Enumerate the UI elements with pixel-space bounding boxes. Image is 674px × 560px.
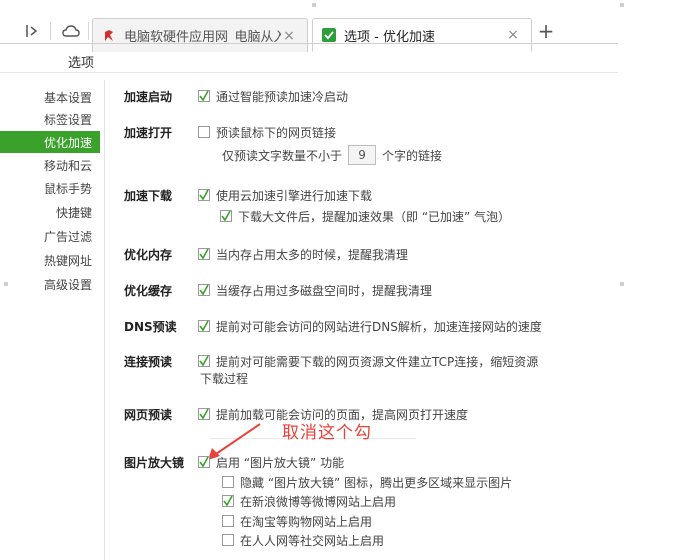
site-favicon-icon <box>101 28 117 44</box>
sidebar-item-shortcuts[interactable]: 快捷键 <box>0 201 100 223</box>
sidebar-item-basic[interactable]: 基本设置 <box>0 86 100 108</box>
label-cache: 优化缓存 <box>124 284 173 298</box>
label-connect: 连接预读 <box>124 355 173 369</box>
header-divider <box>0 72 618 73</box>
option-enable-shopping[interactable]: 在淘宝等购物网站上启用 <box>222 513 372 530</box>
option-enable-social[interactable]: 在人人网等社交网站上启用 <box>222 532 384 549</box>
settings-favicon-icon <box>321 27 337 43</box>
label-download: 加速下载 <box>124 189 173 203</box>
checkbox-checked-icon[interactable] <box>198 408 210 420</box>
option-min-chars: 仅预读文字数量不小于 9 个字的链接 <box>222 145 442 165</box>
sidebar-item-hotkey-urls[interactable]: 热键网址 <box>0 249 100 271</box>
checkbox-checked-icon[interactable] <box>198 456 210 468</box>
checkbox-unchecked-icon[interactable] <box>222 515 234 527</box>
checkbox-checked-icon[interactable] <box>222 495 234 507</box>
sidebar-item-mobile-cloud[interactable]: 移动和云 <box>0 154 100 176</box>
page-title: 选项 <box>68 56 95 71</box>
option-memory-reminder[interactable]: 当内存占用太多的时候，提醒我清理 <box>198 246 408 263</box>
checkbox-checked-icon[interactable] <box>198 355 210 367</box>
option-startup[interactable]: 通过智能预读加速冷启动 <box>198 88 348 105</box>
option-prefetch-links[interactable]: 预读鼠标下的网页链接 <box>198 124 336 141</box>
option-dns-prefetch[interactable]: 提前对可能会访问的网站进行DNS解析，加速连接网站的速度 <box>198 318 542 335</box>
tab-close-button[interactable]: × <box>281 28 297 44</box>
option-cloud-download[interactable]: 使用云加速引擎进行加速下载 <box>198 187 372 204</box>
checkbox-checked-icon[interactable] <box>220 210 232 222</box>
cloud-icon[interactable] <box>60 22 82 40</box>
option-tcp-preconnect[interactable]: 提前对可能需要下载的网页资源文件建立TCP连接，缩短资源 <box>198 353 538 370</box>
label-magnifier: 图片放大镜 <box>124 456 185 470</box>
sidebar-item-ad-filter[interactable]: 广告过滤 <box>0 225 100 247</box>
checkbox-checked-icon[interactable] <box>198 284 210 296</box>
option-hide-magnifier-icon[interactable]: 隐藏 “图片放大镜” 图标，腾出更多区域来显示图片 <box>222 474 512 491</box>
checkbox-checked-icon[interactable] <box>198 248 210 260</box>
sidebar-toggle-icon[interactable] <box>22 22 44 40</box>
window-edge-mark <box>620 3 624 7</box>
window-edge-mark <box>312 3 316 7</box>
sidebar-item-tabs[interactable]: 标签设置 <box>0 108 100 130</box>
settings-sidebar: 基本设置 标签设置 优化加速 移动和云 鼠标手势 快捷键 广告过滤 热键网址 高… <box>0 80 104 560</box>
tab-active[interactable]: 选项 - 优化加速 × <box>312 18 532 52</box>
checkbox-unchecked-icon[interactable] <box>198 126 210 138</box>
sidebar-item-mouse-gestures[interactable]: 鼠标手势 <box>0 177 100 199</box>
sidebar-item-optimize[interactable]: 优化加速 <box>0 131 100 153</box>
checkbox-checked-icon[interactable] <box>198 189 210 201</box>
option-image-magnifier[interactable]: 启用 “图片放大镜” 功能 <box>198 454 344 471</box>
checkbox-checked-icon[interactable] <box>198 90 210 102</box>
option-enable-weibo[interactable]: 在新浪微博等微博网站上启用 <box>222 493 396 510</box>
checkbox-unchecked-icon[interactable] <box>222 476 234 488</box>
min-chars-input[interactable]: 9 <box>348 145 377 165</box>
option-download-reminder[interactable]: 下载大文件后，提醒加速效果（即 “已加速” 气泡） <box>220 208 510 225</box>
checkbox-unchecked-icon[interactable] <box>222 534 234 546</box>
tab-title: 选项 - 优化加速 <box>344 29 435 45</box>
label-memory: 优化内存 <box>124 248 173 262</box>
toolbar-divider <box>50 22 51 40</box>
label-open: 加速打开 <box>124 126 173 140</box>
label-startup: 加速启动 <box>124 90 173 104</box>
window-edge-mark <box>620 282 624 286</box>
option-tcp-preconnect-cont: 下载过程 <box>200 372 249 386</box>
annotation-text: 取消这个勾 <box>282 423 372 443</box>
sidebar-divider <box>104 80 105 560</box>
new-tab-button[interactable]: + <box>536 21 556 41</box>
sidebar-item-advanced[interactable]: 高级设置 <box>0 273 100 295</box>
label-webpage: 网页预读 <box>124 408 173 422</box>
option-cache-reminder[interactable]: 当缓存占用过多磁盘空间时，提醒我清理 <box>198 282 432 299</box>
checkbox-checked-icon[interactable] <box>198 320 210 332</box>
label-dns: DNS预读 <box>124 320 177 334</box>
tab-bar: 电脑软硬件应用网_电脑从入门 × 选项 - 优化加速 × + <box>0 8 674 52</box>
toolbar-divider <box>88 22 89 40</box>
tab-strip-border <box>0 43 618 44</box>
tab-inactive[interactable]: 电脑软硬件应用网_电脑从入门 × <box>92 18 308 52</box>
tab-close-button[interactable]: × <box>505 27 521 43</box>
